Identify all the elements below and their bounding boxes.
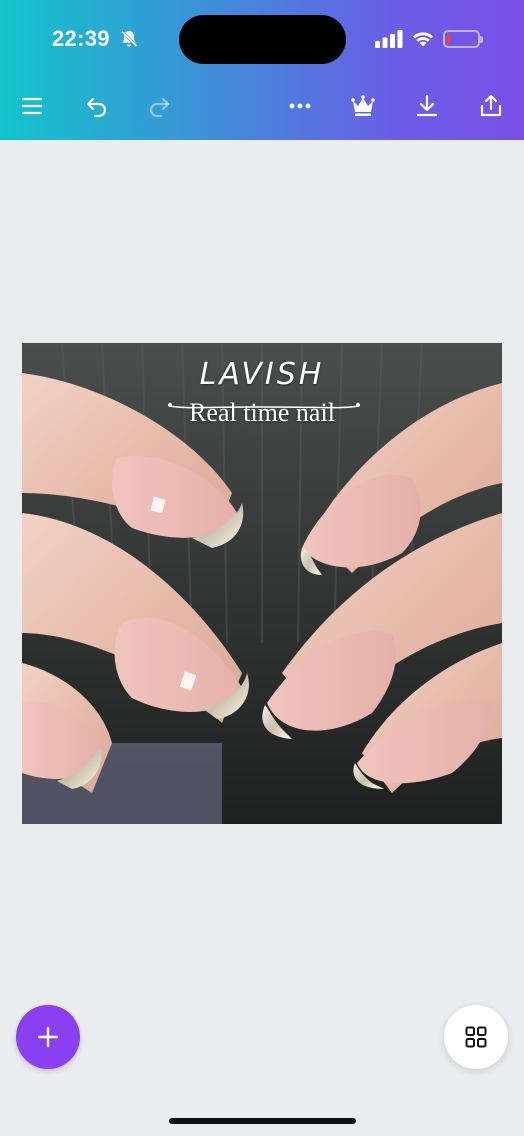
download-button[interactable] — [409, 88, 445, 124]
redo-button[interactable] — [141, 88, 177, 124]
grid-icon — [465, 1026, 487, 1048]
undo-button[interactable] — [79, 88, 115, 124]
add-element-button[interactable] — [16, 1005, 80, 1069]
menu-icon — [21, 97, 43, 115]
crown-icon — [351, 95, 375, 116]
undo-icon — [86, 97, 107, 118]
design-canvas-image[interactable]: LAVISH Real time nail — [22, 343, 502, 824]
plus-icon — [37, 1026, 59, 1048]
image-title: LAVISH — [199, 357, 325, 392]
dynamic-island — [179, 15, 346, 64]
pages-grid-button[interactable] — [444, 1005, 508, 1069]
signal-icon — [375, 30, 403, 48]
bell-off-icon — [120, 30, 138, 48]
image-brand-overlay: LAVISH Real time nail — [22, 357, 502, 428]
redo-icon — [149, 97, 170, 118]
premium-button[interactable] — [345, 88, 381, 124]
top-bar: 22:39 — [0, 0, 524, 140]
wifi-icon — [413, 32, 433, 47]
decorative-rule — [168, 403, 360, 409]
download-icon — [416, 94, 438, 117]
more-button[interactable] — [282, 88, 318, 124]
status-time: 22:39 — [52, 26, 110, 51]
battery-icon — [443, 30, 483, 48]
menu-button[interactable] — [14, 88, 50, 124]
share-button[interactable] — [473, 88, 509, 124]
more-icon — [289, 103, 311, 109]
home-indicator[interactable] — [169, 1118, 356, 1124]
battery-level — [447, 34, 450, 44]
share-icon — [480, 94, 502, 117]
